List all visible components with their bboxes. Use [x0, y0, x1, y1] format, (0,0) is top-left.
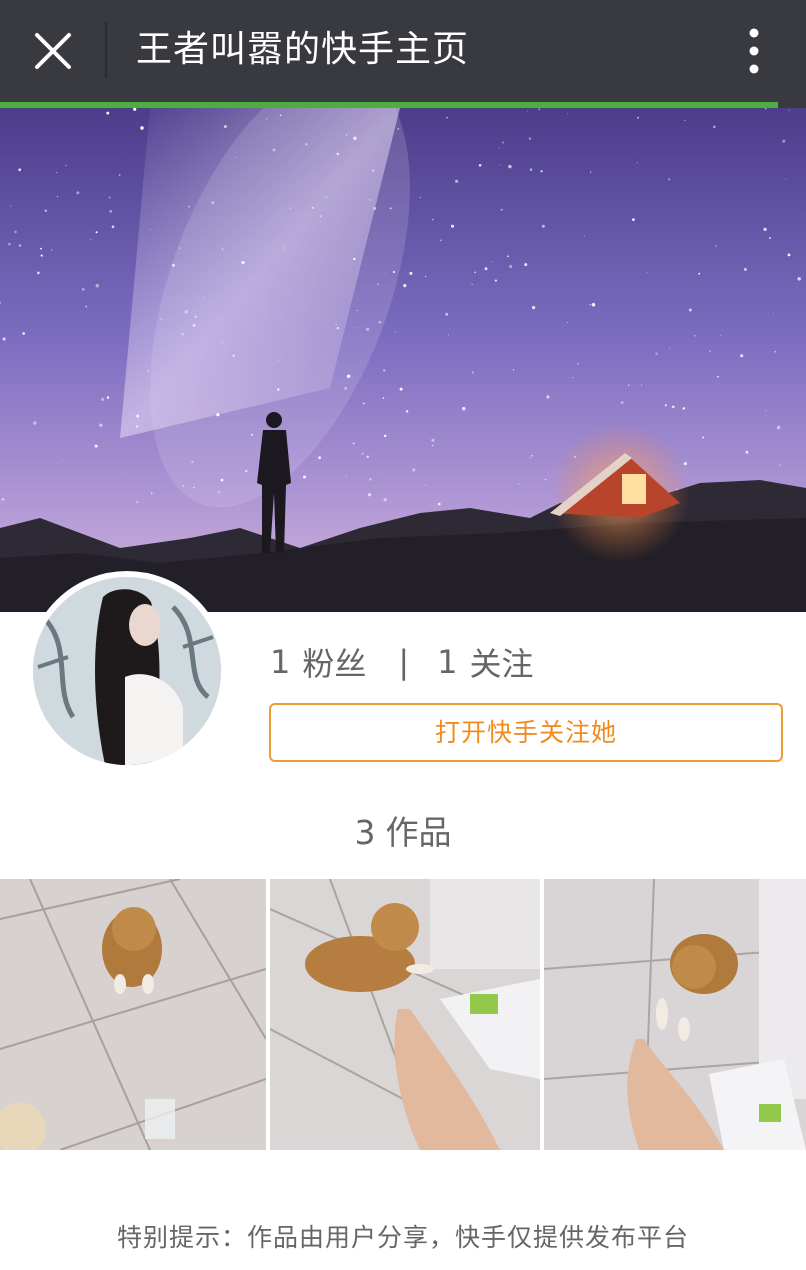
- puppy-sitting-near-hand-image: [544, 879, 806, 1150]
- following-label: 关注: [469, 645, 534, 683]
- more-button[interactable]: [724, 0, 784, 102]
- work-thumbnail-3[interactable]: [544, 879, 806, 1150]
- profile-page: 王者叫嚣的快手主页 1 粉丝 | 1 关注 打开快手关注她 3 作品 特别提示：…: [0, 0, 806, 1270]
- title-bar: 王者叫嚣的快手主页: [0, 0, 806, 102]
- works-count-heading: 3 作品: [0, 806, 806, 854]
- works-count: 3: [354, 813, 376, 852]
- avatar-image: [33, 577, 221, 765]
- open-app-follow-button[interactable]: 打开快手关注她: [269, 703, 783, 762]
- cover-banner: [0, 108, 806, 612]
- puppy-on-tile-floor-image: [0, 879, 266, 1150]
- page-title: 王者叫嚣的快手主页: [136, 29, 470, 70]
- work-thumbnail-1[interactable]: [0, 879, 266, 1150]
- night-sky-banner-image: [0, 108, 806, 612]
- fans-label: 粉丝: [302, 645, 367, 683]
- works-label: 作品: [385, 813, 452, 852]
- close-button[interactable]: [0, 0, 105, 102]
- works-grid: [0, 879, 806, 1150]
- profile-stats: 1 粉丝 | 1 关注: [270, 636, 534, 688]
- more-vertical-icon: [749, 28, 759, 74]
- close-icon: [34, 33, 71, 69]
- stats-separator: |: [398, 643, 410, 681]
- footer-notice: 特别提示：作品由用户分享，快手仅提供发布平台: [116, 1223, 689, 1252]
- fans-count: 1: [270, 643, 291, 681]
- title-divider: [105, 22, 107, 78]
- avatar[interactable]: [27, 571, 227, 771]
- work-thumbnail-2[interactable]: [270, 879, 540, 1150]
- following-count: 1: [437, 643, 458, 681]
- puppy-lying-with-hand-image: [270, 879, 540, 1150]
